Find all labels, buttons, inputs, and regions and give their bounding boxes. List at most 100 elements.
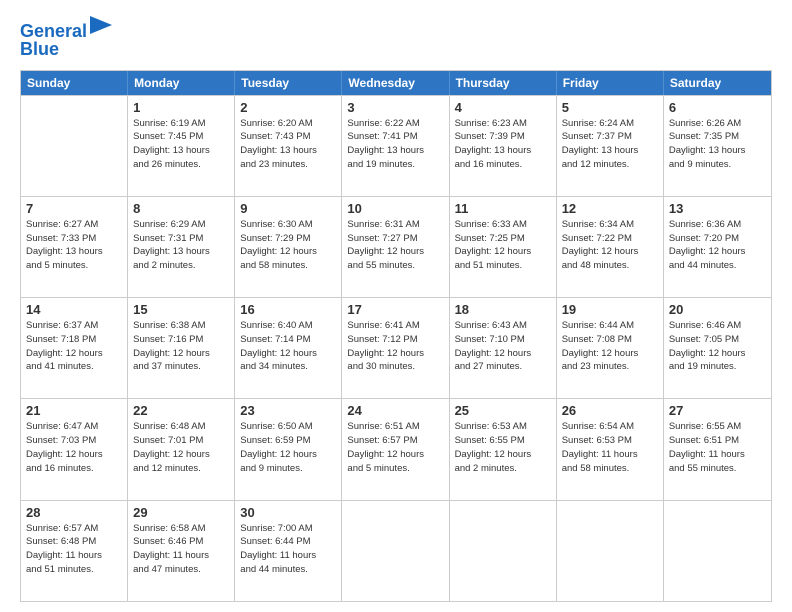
calendar-cell-day-12: 12 Sunrise: 6:34 AM Sunset: 7:22 PM Dayli… [557, 197, 664, 297]
calendar-row-0: 1 Sunrise: 6:19 AM Sunset: 7:45 PM Daylig… [21, 95, 771, 196]
day-info: Sunrise: 6:38 AM Sunset: 7:16 PM Dayligh… [133, 319, 229, 374]
day-info: Sunrise: 6:43 AM Sunset: 7:10 PM Dayligh… [455, 319, 551, 374]
calendar-cell-day-6: 6 Sunrise: 6:26 AM Sunset: 7:35 PM Daylig… [664, 96, 771, 196]
calendar-row-4: 28 Sunrise: 6:57 AM Sunset: 6:48 PM Dayli… [21, 500, 771, 601]
calendar-cell-day-21: 21Sunrise: 6:47 AM Sunset: 7:03 PM Dayli… [21, 399, 128, 499]
day-number: 2 [240, 100, 336, 115]
day-info: Sunrise: 6:48 AM Sunset: 7:01 PM Dayligh… [133, 420, 229, 475]
day-number: 29 [133, 505, 229, 520]
day-number: 4 [455, 100, 551, 115]
calendar-cell-day-26: 26 Sunrise: 6:54 AM Sunset: 6:53 PM Dayli… [557, 399, 664, 499]
calendar-header: SundayMondayTuesdayWednesdayThursdayFrid… [21, 71, 771, 95]
calendar-cell-day-10: 10Sunrise: 6:31 AM Sunset: 7:27 PM Dayli… [342, 197, 449, 297]
day-info: Sunrise: 6:55 AM Sunset: 6:51 PM Dayligh… [669, 420, 766, 475]
calendar-row-1: 7 Sunrise: 6:27 AM Sunset: 7:33 PM Daylig… [21, 196, 771, 297]
calendar-cell-day-11: 11 Sunrise: 6:33 AM Sunset: 7:25 PM Dayli… [450, 197, 557, 297]
calendar-cell-day-29: 29 Sunrise: 6:58 AM Sunset: 6:46 PM Dayli… [128, 501, 235, 601]
calendar-cell-empty [557, 501, 664, 601]
day-info: Sunrise: 6:51 AM Sunset: 6:57 PM Dayligh… [347, 420, 443, 475]
calendar-cell-day-15: 15 Sunrise: 6:38 AM Sunset: 7:16 PM Dayli… [128, 298, 235, 398]
header-day-saturday: Saturday [664, 71, 771, 95]
day-info: Sunrise: 6:50 AM Sunset: 6:59 PM Dayligh… [240, 420, 336, 475]
day-info: Sunrise: 6:54 AM Sunset: 6:53 PM Dayligh… [562, 420, 658, 475]
calendar-cell-day-22: 22 Sunrise: 6:48 AM Sunset: 7:01 PM Dayli… [128, 399, 235, 499]
day-number: 12 [562, 201, 658, 216]
day-number: 11 [455, 201, 551, 216]
day-info: Sunrise: 6:57 AM Sunset: 6:48 PM Dayligh… [26, 522, 122, 577]
day-number: 28 [26, 505, 122, 520]
day-info: Sunrise: 6:20 AM Sunset: 7:43 PM Dayligh… [240, 117, 336, 172]
day-number: 19 [562, 302, 658, 317]
logo-text2: Blue [20, 40, 112, 60]
day-number: 3 [347, 100, 443, 115]
calendar-cell-day-16: 16 Sunrise: 6:40 AM Sunset: 7:14 PM Dayli… [235, 298, 342, 398]
day-number: 6 [669, 100, 766, 115]
calendar-cell-day-27: 27 Sunrise: 6:55 AM Sunset: 6:51 PM Dayli… [664, 399, 771, 499]
calendar-cell-day-9: 9 Sunrise: 6:30 AM Sunset: 7:29 PM Daylig… [235, 197, 342, 297]
calendar-body: 1 Sunrise: 6:19 AM Sunset: 7:45 PM Daylig… [21, 95, 771, 601]
calendar-cell-day-24: 24 Sunrise: 6:51 AM Sunset: 6:57 PM Dayli… [342, 399, 449, 499]
day-number: 30 [240, 505, 336, 520]
day-number: 23 [240, 403, 336, 418]
calendar-cell-day-2: 2 Sunrise: 6:20 AM Sunset: 7:43 PM Daylig… [235, 96, 342, 196]
calendar-cell-day-18: 18 Sunrise: 6:43 AM Sunset: 7:10 PM Dayli… [450, 298, 557, 398]
calendar-cell-day-25: 25 Sunrise: 6:53 AM Sunset: 6:55 PM Dayli… [450, 399, 557, 499]
calendar-cell-day-19: 19 Sunrise: 6:44 AM Sunset: 7:08 PM Dayli… [557, 298, 664, 398]
day-number: 22 [133, 403, 229, 418]
day-number: 21 [26, 403, 122, 418]
header-day-tuesday: Tuesday [235, 71, 342, 95]
day-number: 18 [455, 302, 551, 317]
day-info: Sunrise: 6:53 AM Sunset: 6:55 PM Dayligh… [455, 420, 551, 475]
day-number: 9 [240, 201, 336, 216]
day-number: 14 [26, 302, 122, 317]
day-info: Sunrise: 6:33 AM Sunset: 7:25 PM Dayligh… [455, 218, 551, 273]
day-info: Sunrise: 6:30 AM Sunset: 7:29 PM Dayligh… [240, 218, 336, 273]
calendar-cell-empty [21, 96, 128, 196]
calendar-cell-empty [450, 501, 557, 601]
page-header: General Blue [20, 18, 772, 60]
day-info: Sunrise: 6:44 AM Sunset: 7:08 PM Dayligh… [562, 319, 658, 374]
header-day-sunday: Sunday [21, 71, 128, 95]
day-number: 16 [240, 302, 336, 317]
day-number: 15 [133, 302, 229, 317]
day-info: Sunrise: 6:24 AM Sunset: 7:37 PM Dayligh… [562, 117, 658, 172]
day-info: Sunrise: 6:23 AM Sunset: 7:39 PM Dayligh… [455, 117, 551, 172]
day-info: Sunrise: 6:41 AM Sunset: 7:12 PM Dayligh… [347, 319, 443, 374]
calendar-cell-day-14: 14 Sunrise: 6:37 AM Sunset: 7:18 PM Dayli… [21, 298, 128, 398]
day-info: Sunrise: 6:58 AM Sunset: 6:46 PM Dayligh… [133, 522, 229, 577]
header-day-thursday: Thursday [450, 71, 557, 95]
day-info: Sunrise: 6:19 AM Sunset: 7:45 PM Dayligh… [133, 117, 229, 172]
day-info: Sunrise: 6:34 AM Sunset: 7:22 PM Dayligh… [562, 218, 658, 273]
day-number: 5 [562, 100, 658, 115]
day-info: Sunrise: 6:29 AM Sunset: 7:31 PM Dayligh… [133, 218, 229, 273]
day-number: 27 [669, 403, 766, 418]
calendar-cell-day-7: 7 Sunrise: 6:27 AM Sunset: 7:33 PM Daylig… [21, 197, 128, 297]
calendar-cell-day-4: 4 Sunrise: 6:23 AM Sunset: 7:39 PM Daylig… [450, 96, 557, 196]
day-number: 24 [347, 403, 443, 418]
calendar: SundayMondayTuesdayWednesdayThursdayFrid… [20, 70, 772, 602]
calendar-cell-day-8: 8 Sunrise: 6:29 AM Sunset: 7:31 PM Daylig… [128, 197, 235, 297]
header-day-monday: Monday [128, 71, 235, 95]
day-info: Sunrise: 6:26 AM Sunset: 7:35 PM Dayligh… [669, 117, 766, 172]
calendar-cell-empty [342, 501, 449, 601]
day-info: Sunrise: 6:37 AM Sunset: 7:18 PM Dayligh… [26, 319, 122, 374]
day-number: 7 [26, 201, 122, 216]
day-info: Sunrise: 6:27 AM Sunset: 7:33 PM Dayligh… [26, 218, 122, 273]
day-info: Sunrise: 6:40 AM Sunset: 7:14 PM Dayligh… [240, 319, 336, 374]
logo: General Blue [20, 22, 112, 60]
calendar-cell-day-17: 17Sunrise: 6:41 AM Sunset: 7:12 PM Dayli… [342, 298, 449, 398]
day-info: Sunrise: 6:22 AM Sunset: 7:41 PM Dayligh… [347, 117, 443, 172]
day-number: 8 [133, 201, 229, 216]
calendar-cell-day-20: 20Sunrise: 6:46 AM Sunset: 7:05 PM Dayli… [664, 298, 771, 398]
calendar-cell-empty [664, 501, 771, 601]
day-info: Sunrise: 6:31 AM Sunset: 7:27 PM Dayligh… [347, 218, 443, 273]
calendar-cell-day-5: 5 Sunrise: 6:24 AM Sunset: 7:37 PM Daylig… [557, 96, 664, 196]
day-number: 26 [562, 403, 658, 418]
day-info: Sunrise: 6:46 AM Sunset: 7:05 PM Dayligh… [669, 319, 766, 374]
calendar-cell-day-28: 28 Sunrise: 6:57 AM Sunset: 6:48 PM Dayli… [21, 501, 128, 601]
calendar-row-2: 14 Sunrise: 6:37 AM Sunset: 7:18 PM Dayli… [21, 297, 771, 398]
day-info: Sunrise: 6:36 AM Sunset: 7:20 PM Dayligh… [669, 218, 766, 273]
logo-icon [90, 16, 112, 34]
day-number: 1 [133, 100, 229, 115]
day-number: 25 [455, 403, 551, 418]
